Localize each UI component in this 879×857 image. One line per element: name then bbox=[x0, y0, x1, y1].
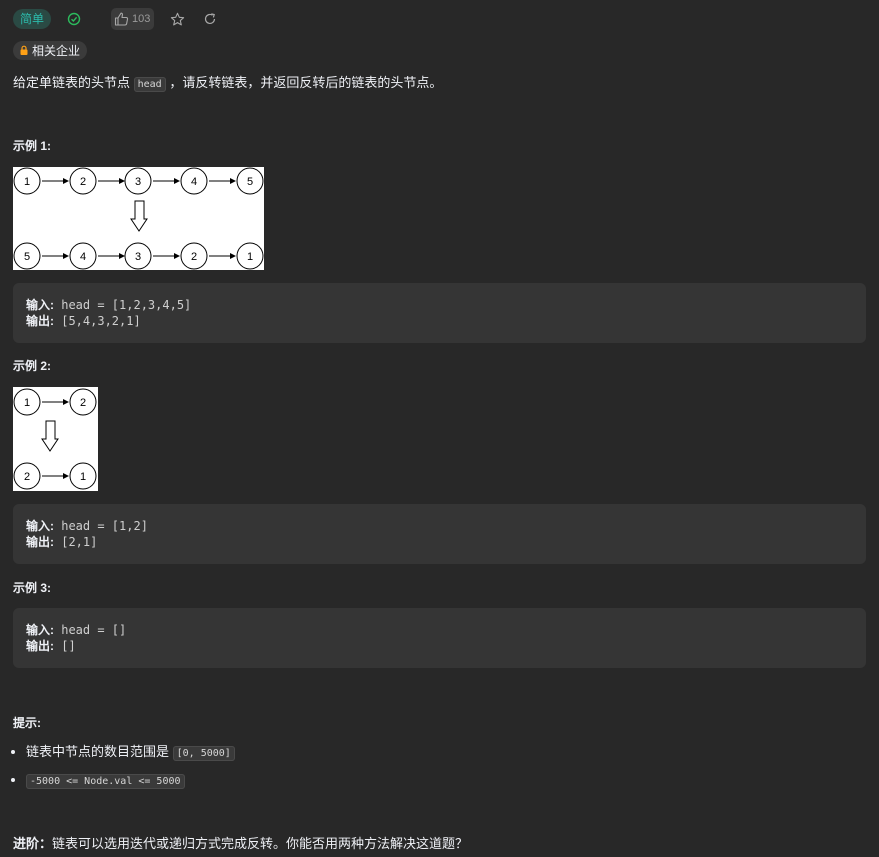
thumbs-up-icon bbox=[114, 12, 129, 26]
node-label: 2 bbox=[191, 251, 197, 263]
followup-text: 进阶：链表可以选用迭代或递归方式完成反转。你能否用两种方法解决这道题？ bbox=[13, 836, 469, 851]
node-label: 1 bbox=[247, 251, 253, 263]
node-label: 1 bbox=[80, 471, 86, 483]
node-label: 4 bbox=[191, 176, 197, 188]
constraints-title: 提示: bbox=[13, 716, 41, 730]
node-label: 1 bbox=[24, 176, 30, 188]
node-label: 2 bbox=[24, 471, 30, 483]
example-1-title: 示例 1: bbox=[13, 139, 52, 153]
node-label: 5 bbox=[247, 176, 253, 188]
node-label: 4 bbox=[80, 251, 86, 263]
example-2-title: 示例 2: bbox=[13, 359, 52, 373]
example-1-io: 输入: head = [1,2,3,4,5] 输出: [5,4,3,2,1] bbox=[13, 283, 866, 343]
problem-toolbar: 简单 103 bbox=[13, 8, 217, 30]
example-1-diagram: 1 2 3 4 5 5 4 3 2 1 bbox=[13, 167, 264, 270]
inline-code: head bbox=[133, 77, 166, 92]
difficulty-badge: 简单 bbox=[13, 9, 52, 29]
problem-description: 给定单链表的头节点 head ，请反转链表，并返回反转后的链表的头节点。 bbox=[13, 75, 443, 92]
example-3-title: 示例 3: bbox=[13, 581, 52, 595]
node-label: 1 bbox=[24, 397, 30, 409]
example-2-io: 输入: head = [1,2] 输出: [2,1] bbox=[13, 504, 866, 564]
node-label: 5 bbox=[24, 251, 30, 263]
related-companies-tag[interactable]: 相关企业 bbox=[13, 41, 88, 60]
node-label: 3 bbox=[135, 176, 141, 188]
example-3-io: 输入: head = [] 输出: [] bbox=[13, 608, 866, 668]
list-item: 链表中节点的数目范围是 [0, 5000] bbox=[26, 742, 235, 770]
node-label: 3 bbox=[135, 251, 141, 263]
node-label: 2 bbox=[80, 176, 86, 188]
check-circle-icon[interactable] bbox=[67, 12, 81, 26]
lock-icon bbox=[19, 45, 29, 56]
like-count: 103 bbox=[132, 13, 151, 25]
star-icon[interactable] bbox=[170, 12, 185, 27]
like-button[interactable]: 103 bbox=[111, 8, 155, 30]
constraints-list: 链表中节点的数目范围是 [0, 5000] -5000 <= Node.val … bbox=[13, 742, 235, 798]
refresh-icon[interactable] bbox=[203, 12, 217, 26]
tag-label: 相关企业 bbox=[32, 44, 81, 58]
list-item: -5000 <= Node.val <= 5000 bbox=[26, 770, 235, 798]
node-label: 2 bbox=[80, 397, 86, 409]
example-2-diagram: 1 2 2 1 bbox=[13, 387, 98, 491]
